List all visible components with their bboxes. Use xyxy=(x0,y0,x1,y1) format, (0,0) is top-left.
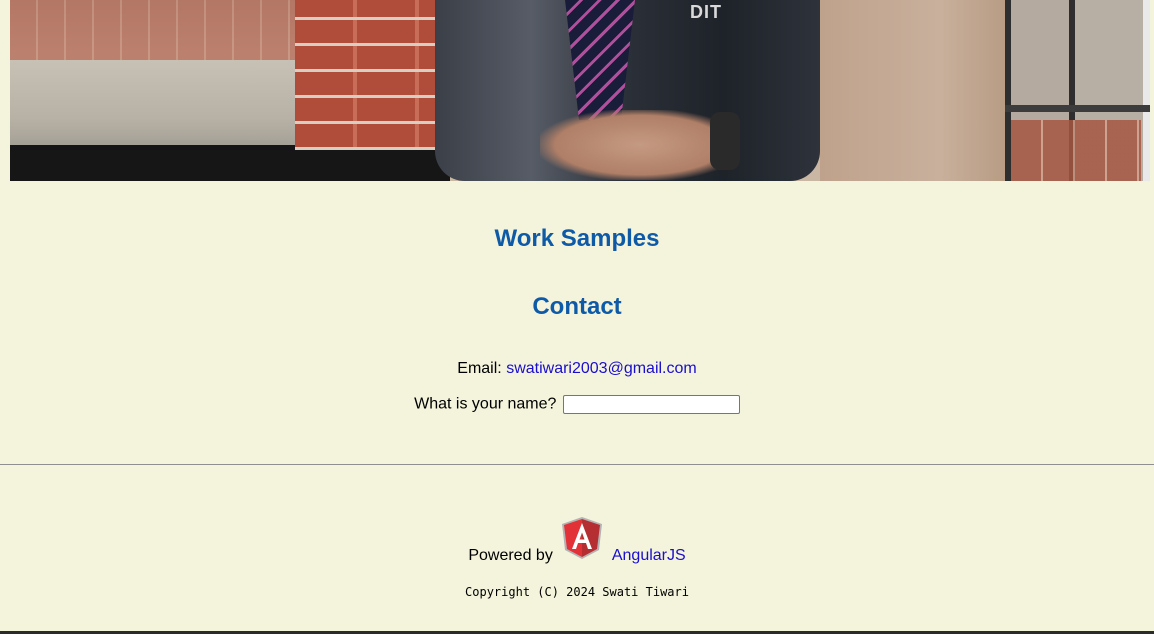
email-link[interactable]: swatiwari2003@gmail.com xyxy=(506,360,697,377)
work-samples-heading: Work Samples xyxy=(494,225,660,252)
blazer-badge-text: DIT xyxy=(690,2,722,22)
angularjs-logo-icon xyxy=(561,516,603,560)
angularjs-link[interactable]: AngularJS xyxy=(612,547,686,564)
email-label: Email: xyxy=(457,360,502,377)
name-prompt: What is your name? xyxy=(414,395,557,413)
copyright-text: Copyright (C) 2024 Swati Tiwari xyxy=(465,585,689,599)
email-line: Email: swatiwari2003@gmail.com xyxy=(0,360,1154,378)
powered-by-label: Powered by xyxy=(468,547,553,564)
name-line: What is your name? xyxy=(0,395,1154,414)
powered-by-line: Powered by AngularJS xyxy=(0,516,1154,566)
footer-divider xyxy=(0,464,1154,465)
hero-photo: DIT xyxy=(10,0,1150,181)
contact-heading: Contact xyxy=(532,293,622,320)
name-input[interactable] xyxy=(562,395,740,414)
